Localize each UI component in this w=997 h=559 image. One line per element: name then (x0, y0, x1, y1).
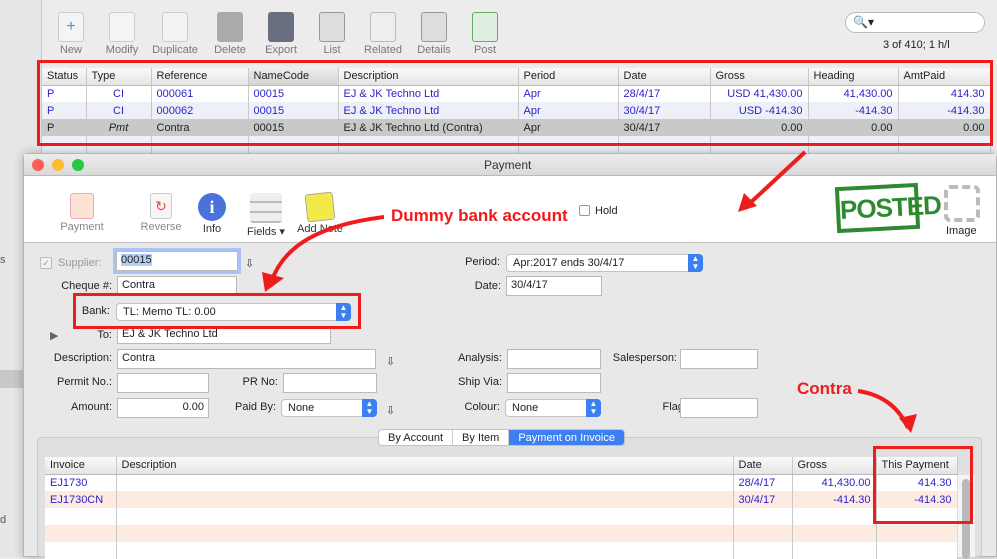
arrowhead (738, 193, 757, 212)
arrow-to-bank (270, 215, 385, 281)
arrow-to-contra (857, 389, 910, 429)
arrow-to-list (746, 150, 807, 207)
annotation-arrows (262, 150, 917, 433)
arrowhead (262, 272, 284, 292)
